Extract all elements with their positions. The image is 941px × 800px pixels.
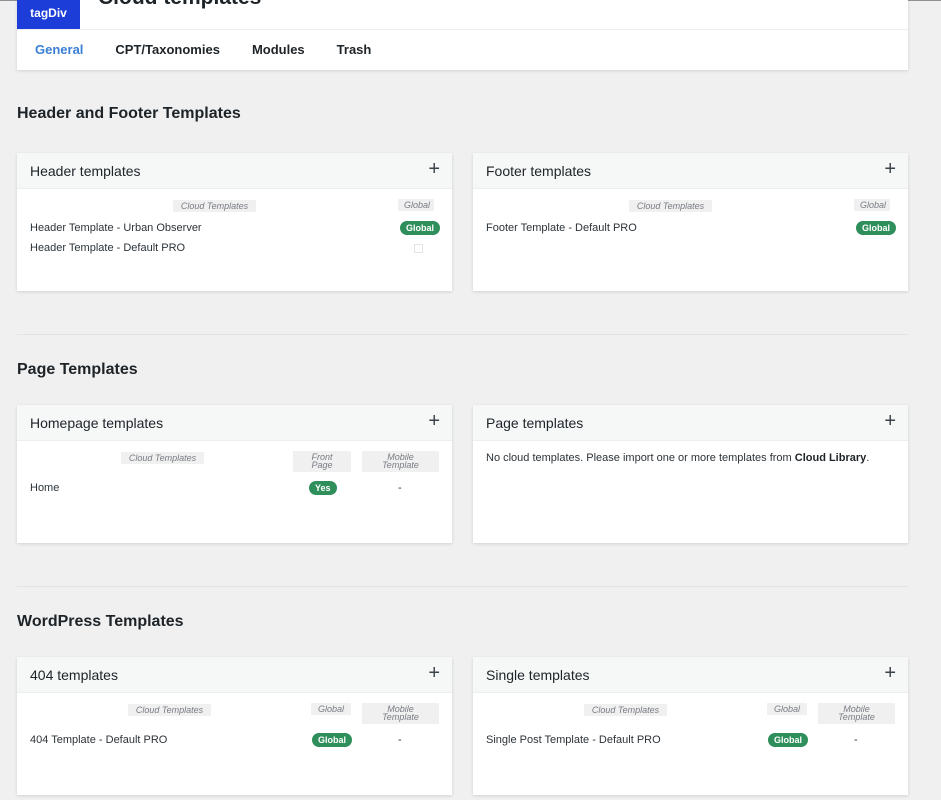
tab-modules[interactable]: Modules [252,42,305,57]
column-header-line: Template [838,712,875,722]
template-name[interactable]: Header Template - Urban Observer [30,222,202,234]
global-badge[interactable]: Global [856,221,897,235]
tabs-divider [17,29,908,30]
column-header-mobile-template: Mobile Template [362,451,439,472]
template-name[interactable]: Single Post Template - Default PRO [486,734,661,746]
card-header: 404 templates + [17,657,452,693]
column-header-line: Template [382,712,419,722]
card-header: Homepage templates + [17,405,452,441]
column-header-front-page: Front Page [293,451,351,472]
empty-message-end: . [866,452,870,464]
add-footer-template-plus-icon[interactable]: + [884,159,896,179]
column-header-cloud-templates: Cloud Templates [173,200,256,212]
logo-text: tagDiv [30,6,67,20]
cloud-library-link[interactable]: Cloud Library [795,452,867,464]
tagdiv-logo[interactable]: tagDiv [17,0,80,29]
card-title: Footer templates [486,163,592,179]
template-name[interactable]: Footer Template - Default PRO [486,222,637,234]
tab-bar: General CPT/Taxonomies Modules Trash [35,42,403,57]
column-header-cloud-templates: Cloud Templates [128,704,211,716]
template-name[interactable]: Header Template - Default PRO [30,242,185,254]
plugin-header: tagDiv Cloud templates General CPT/Taxon… [17,0,908,70]
column-header-line: Page [311,460,333,470]
card-title: Homepage templates [30,415,164,431]
global-badge[interactable]: Global [400,221,441,235]
column-header-cloud-templates: Cloud Templates [629,200,712,212]
single-templates-card: Single templates + Cloud Templates Globa… [473,657,908,795]
template-name[interactable]: Home [30,482,59,494]
add-page-template-plus-icon[interactable]: + [884,411,896,431]
page-title: Cloud templates [98,0,261,10]
card-header: Footer templates + [473,153,908,189]
card-header: Single templates + [473,657,908,693]
column-header-mobile-template: Mobile Template [362,703,439,724]
section-divider [17,334,908,335]
card-title: Single templates [486,667,590,683]
column-header-cloud-templates: Cloud Templates [121,452,204,464]
section-divider [17,586,908,587]
section-title-page-templates: Page Templates [17,361,138,378]
add-single-template-plus-icon[interactable]: + [884,663,896,683]
column-header-global: Global [854,199,890,211]
card-header: Header templates + [17,153,452,189]
global-badge[interactable]: Global [312,733,353,747]
front-page-badge[interactable]: Yes [309,481,337,495]
section-title-wordpress-templates: WordPress Templates [17,613,184,630]
tab-general[interactable]: General [35,42,83,57]
column-header-cloud-templates: Cloud Templates [584,704,667,716]
empty-message: No cloud templates. Please import one or… [486,452,869,464]
template-name[interactable]: 404 Template - Default PRO [30,734,167,746]
empty-message-text: No cloud templates. Please import one or… [486,452,795,464]
global-checkbox[interactable] [414,244,423,253]
card-title: Header templates [30,163,141,179]
column-header-global: Global [398,199,434,211]
column-header-mobile-template: Mobile Template [818,703,895,724]
section-title-header-footer: Header and Footer Templates [17,105,241,122]
add-404-template-plus-icon[interactable]: + [428,663,440,683]
mobile-template-value[interactable]: - [398,734,402,746]
add-homepage-template-plus-icon[interactable]: + [428,411,440,431]
mobile-template-value[interactable]: - [854,734,858,746]
column-header-global: Global [767,703,807,715]
column-header-line: Template [382,460,419,470]
add-header-template-plus-icon[interactable]: + [428,159,440,179]
card-title: Page templates [486,415,584,431]
footer-templates-card: Footer templates + Cloud Templates Globa… [473,153,908,291]
tab-cpt-taxonomies[interactable]: CPT/Taxonomies [115,42,220,57]
column-header-global: Global [311,703,351,715]
mobile-template-value[interactable]: - [398,482,402,494]
card-header: Page templates + [473,405,908,441]
card-title: 404 templates [30,667,118,683]
homepage-templates-card: Homepage templates + Cloud Templates Fro… [17,405,452,543]
header-templates-card: Header templates + Cloud Templates Globa… [17,153,452,291]
global-badge[interactable]: Global [768,733,809,747]
404-templates-card: 404 templates + Cloud Templates Global M… [17,657,452,795]
page-templates-card: Page templates + No cloud templates. Ple… [473,405,908,543]
tab-trash[interactable]: Trash [337,42,372,57]
